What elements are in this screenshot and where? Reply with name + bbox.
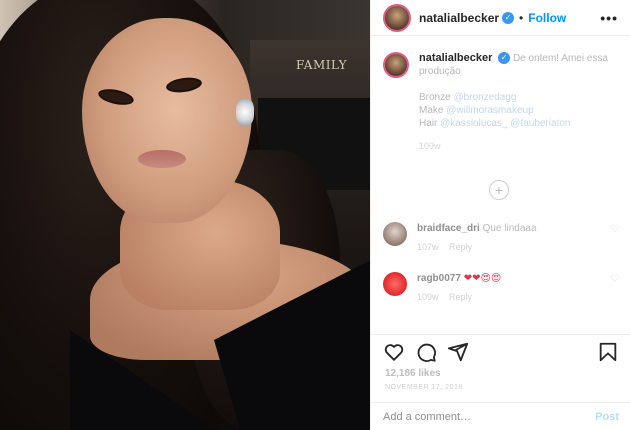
caption-body: natalialbecker ✓ De ontem! Amei essa pro… (419, 52, 619, 153)
add-comment-input[interactable] (383, 410, 596, 423)
caption-tag-make[interactable]: @willmorasmakeup (446, 105, 533, 116)
bookmark-icon[interactable] (597, 341, 619, 363)
photo-lips (138, 150, 186, 168)
comment-reply-button[interactable]: Reply (449, 242, 472, 252)
post-comment-button[interactable]: Post (595, 411, 619, 423)
post-caption: natalialbecker ✓ De ontem! Amei essa pro… (371, 44, 630, 153)
verified-badge-icon: ✓ (502, 11, 515, 24)
caption-bronze-label: Bronze (419, 92, 451, 103)
caption-username[interactable]: natalialbecker (419, 52, 492, 64)
share-icon[interactable] (447, 341, 469, 363)
post-side-panel: natalialbecker ✓ • Follow ••• natalialbe… (370, 0, 630, 430)
header-separator: • (519, 10, 524, 25)
comment-time[interactable]: 107w (417, 242, 439, 252)
comment-username[interactable]: braidface_dri (417, 223, 480, 234)
likes-count[interactable]: 12,186 likes (385, 368, 441, 379)
author-avatar[interactable] (383, 3, 411, 32)
commenter-avatar[interactable] (383, 272, 407, 296)
comment-username[interactable]: ragb0077 (417, 273, 461, 284)
comment-item: ragb0077 ❤❤😍😍 109w Reply ♡ (383, 272, 619, 304)
photo-face (82, 18, 252, 223)
post-header: natalialbecker ✓ • Follow ••• (371, 0, 630, 36)
comment-body: ragb0077 ❤❤😍😍 109w Reply (417, 272, 610, 304)
photo-earring (236, 98, 254, 126)
author-username[interactable]: natalialbecker (419, 11, 499, 25)
comment-body: braidface_dri Que lindaaa 107w Reply (417, 222, 610, 254)
comment-text: Que lindaaa (482, 223, 537, 234)
heart-icon[interactable] (383, 341, 405, 363)
more-options-icon[interactable]: ••• (600, 10, 618, 26)
caption-verified-badge-icon: ✓ (498, 52, 511, 65)
caption-timestamp[interactable]: 109w (419, 140, 619, 153)
commenter-avatar[interactable] (383, 222, 407, 246)
post-action-bar (371, 334, 630, 368)
post-date[interactable]: NOVEMBER 17, 2018 (385, 384, 463, 391)
caption-tag-hair[interactable]: @kassiolucas_ @fauberiaton (440, 118, 570, 129)
comment-text: ❤❤😍😍 (463, 273, 502, 284)
follow-button[interactable]: Follow (528, 11, 566, 25)
comment-time[interactable]: 109w (417, 292, 439, 302)
post-photo[interactable]: FAMILY (0, 0, 370, 430)
caption-tag-bronze[interactable]: @bronzedagg (453, 92, 516, 103)
comment-like-heart-icon[interactable]: ♡ (610, 274, 619, 304)
caption-author-avatar[interactable] (383, 52, 409, 78)
comment-like-heart-icon[interactable]: ♡ (610, 224, 619, 254)
comment-meta: 109w Reply (417, 291, 610, 304)
add-comment-bar: Post (371, 402, 630, 430)
caption-hair-label: Hair (419, 118, 438, 129)
comment-meta: 107w Reply (417, 241, 610, 254)
photo-family-sign: FAMILY (296, 58, 348, 72)
comment-item: braidface_dri Que lindaaa 107w Reply ♡ (383, 222, 619, 254)
comment-reply-button[interactable]: Reply (449, 292, 472, 302)
comments-section[interactable]: natalialbecker ✓ De ontem! Amei essa pro… (371, 44, 630, 334)
caption-make-label: Make (419, 105, 444, 116)
load-more-comments-button[interactable]: + (489, 180, 509, 200)
comment-icon[interactable] (415, 341, 437, 363)
